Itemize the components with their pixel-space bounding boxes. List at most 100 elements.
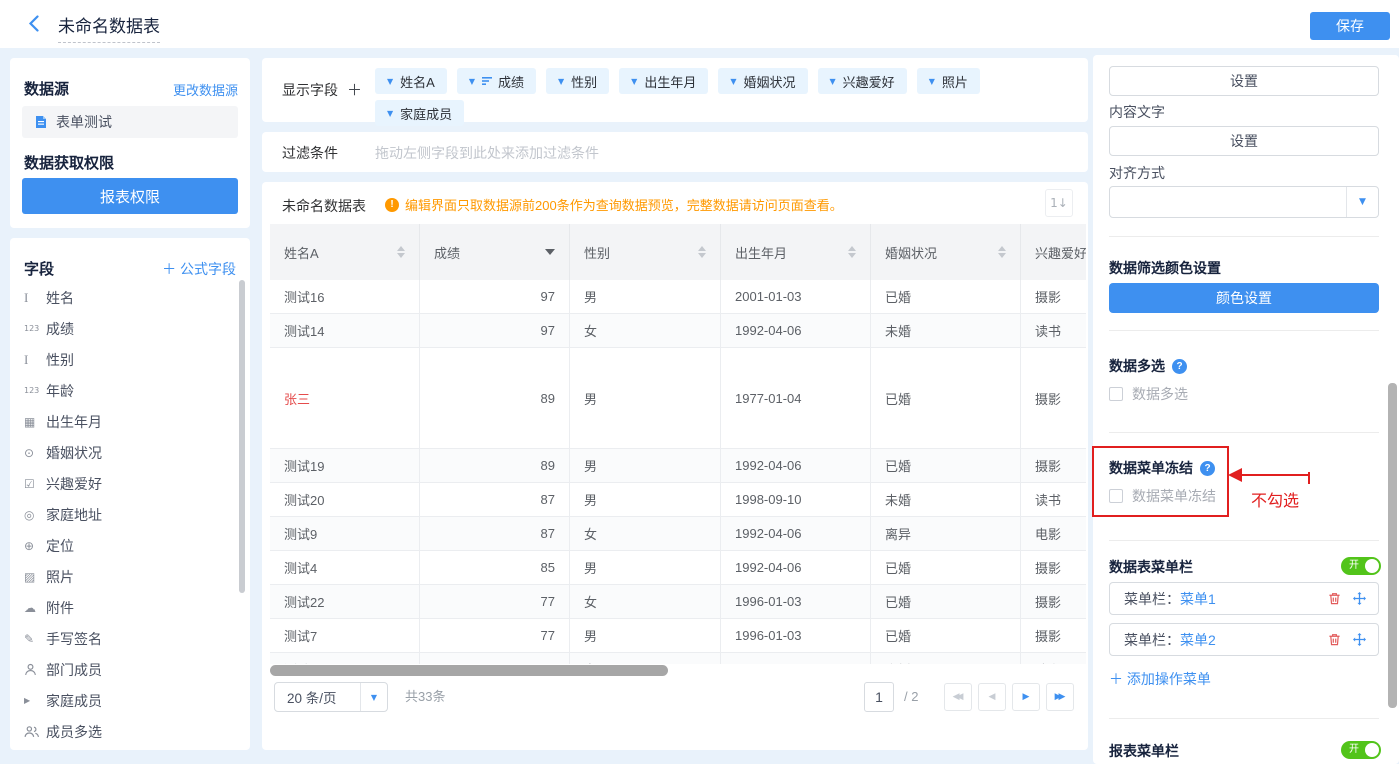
multi-select-checkbox-label: 数据多选 bbox=[1132, 384, 1188, 404]
sort-desc-icon[interactable] bbox=[545, 249, 555, 255]
add-formula-field-link[interactable]: ＋ 公式字段 bbox=[162, 259, 236, 279]
table-cell: 1992-04-06 bbox=[721, 551, 871, 584]
inspector-scrollbar[interactable] bbox=[1388, 383, 1397, 708]
field-chip[interactable]: ▼成绩 bbox=[457, 68, 536, 94]
color-setting-button[interactable]: 颜色设置 bbox=[1109, 283, 1379, 313]
divider bbox=[1109, 432, 1379, 433]
next-page-icon[interactable]: ▶ bbox=[1012, 683, 1040, 711]
people-icon bbox=[24, 725, 46, 738]
menu-item[interactable]: 菜单栏：菜单2 bbox=[1109, 623, 1379, 656]
table-row[interactable]: 测试1497女1992-04-06未婚读书 bbox=[270, 314, 1086, 348]
trash-icon[interactable] bbox=[1328, 633, 1341, 646]
table-cell: 男 bbox=[570, 483, 721, 516]
field-item[interactable]: ⊕定位 bbox=[24, 530, 230, 561]
table-row[interactable]: 测试1989男1992-04-06已婚摄影 bbox=[270, 449, 1086, 483]
column-header[interactable]: 出生年月 bbox=[721, 224, 871, 280]
field-item[interactable]: ☁附件 bbox=[24, 592, 230, 623]
sort-carets-icon[interactable] bbox=[848, 246, 856, 258]
toggle-knob bbox=[1365, 559, 1379, 573]
column-header-label: 姓名A bbox=[284, 243, 319, 262]
table-row[interactable]: 张三89男1977-01-04已婚摄影 bbox=[270, 348, 1086, 449]
multi-select-checkbox[interactable] bbox=[1109, 387, 1123, 401]
filter-dropzone[interactable]: 拖动左侧字段到此处来添加过滤条件 bbox=[375, 143, 599, 163]
column-header[interactable]: 成绩 bbox=[420, 224, 570, 280]
field-chip[interactable]: ▼姓名A bbox=[375, 68, 447, 94]
setting-button-2[interactable]: 设置 bbox=[1109, 126, 1379, 156]
sort-carets-icon[interactable] bbox=[698, 246, 706, 258]
column-header[interactable]: 婚姻状况 bbox=[871, 224, 1021, 280]
align-select[interactable]: ▼ bbox=[1109, 186, 1379, 218]
move-icon[interactable] bbox=[1353, 592, 1366, 605]
page-size-select[interactable]: 20 条/页 ▼ bbox=[274, 682, 388, 712]
location-icon: ◎ bbox=[24, 508, 46, 522]
cloud-icon: ☁ bbox=[24, 601, 46, 615]
field-item[interactable]: 部门成员 bbox=[24, 654, 230, 685]
table-row[interactable]: 测试1697男2001-01-03已婚摄影 bbox=[270, 280, 1086, 314]
field-item[interactable]: ▦出生年月 bbox=[24, 406, 230, 437]
datasource-item[interactable]: 表单测试 bbox=[22, 106, 238, 138]
table-row[interactable]: 测试777男1996-01-03已婚摄影 bbox=[270, 619, 1086, 653]
field-item[interactable]: I姓名 bbox=[24, 282, 230, 313]
field-chip[interactable]: ▼照片 bbox=[917, 68, 980, 94]
field-chip[interactable]: ▼兴趣爱好 bbox=[818, 68, 907, 94]
setting-button-1[interactable]: 设置 bbox=[1109, 66, 1379, 96]
back-icon[interactable] bbox=[28, 15, 44, 33]
menu-item-name[interactable]: 菜单2 bbox=[1180, 630, 1216, 650]
field-item[interactable]: 123年龄 bbox=[24, 375, 230, 406]
column-header[interactable]: 姓名A bbox=[270, 224, 420, 280]
multi-select-heading: 数据多选 ? bbox=[1109, 356, 1187, 376]
column-header[interactable]: 性别 bbox=[570, 224, 721, 280]
field-item[interactable]: 成员多选 bbox=[24, 716, 230, 747]
field-item[interactable]: 123成绩 bbox=[24, 313, 230, 344]
field-item[interactable]: ▶家庭成员 bbox=[24, 685, 230, 716]
table-row[interactable]: 测试485男1992-04-06已婚摄影 bbox=[270, 551, 1086, 585]
save-button[interactable]: 保存 bbox=[1310, 12, 1390, 40]
table-menu-toggle[interactable]: 开 bbox=[1341, 557, 1381, 575]
table-cell: 89 bbox=[420, 348, 570, 448]
sort-carets-icon[interactable] bbox=[998, 246, 1006, 258]
field-chip[interactable]: ▼性别 bbox=[546, 68, 609, 94]
table-row[interactable]: 测试2277女1996-01-03已婚摄影 bbox=[270, 585, 1086, 619]
divider bbox=[1109, 330, 1379, 331]
notice-text: 编辑界面只取数据源前200条作为查询数据预览，完整数据请访问页面查看。 bbox=[405, 195, 843, 214]
field-chip[interactable]: ▼婚姻状况 bbox=[718, 68, 807, 94]
first-page-icon[interactable]: ◀◀ bbox=[944, 683, 972, 711]
filter-panel: 过滤条件 拖动左侧字段到此处来添加过滤条件 bbox=[262, 132, 1088, 172]
column-header[interactable]: 兴趣爱好 bbox=[1021, 224, 1086, 280]
last-page-icon[interactable]: ▶▶ bbox=[1046, 683, 1074, 711]
field-item[interactable]: ▨照片 bbox=[24, 561, 230, 592]
field-item[interactable]: I性别 bbox=[24, 344, 230, 375]
table-row[interactable]: 测试1776女1996-01-03未婚读书 bbox=[270, 653, 1086, 664]
report-menu-toggle[interactable]: 开 bbox=[1341, 741, 1381, 759]
field-item[interactable]: ◎家庭地址 bbox=[24, 499, 230, 530]
add-display-field-icon[interactable]: ＋ bbox=[347, 82, 362, 99]
menu-item-name[interactable]: 菜单1 bbox=[1180, 589, 1216, 609]
menu-item[interactable]: 菜单栏：菜单1 bbox=[1109, 582, 1379, 615]
field-item[interactable]: ⊙婚姻状况 bbox=[24, 437, 230, 468]
field-item-label: 手写签名 bbox=[46, 629, 102, 649]
field-item[interactable]: ✎手写签名 bbox=[24, 623, 230, 654]
field-chip[interactable]: ▼出生年月 bbox=[619, 68, 708, 94]
table-row[interactable]: 测试987女1992-04-06离异电影 bbox=[270, 517, 1086, 551]
add-action-menu-link[interactable]: ＋ 添加操作菜单 bbox=[1109, 669, 1211, 689]
move-icon[interactable] bbox=[1353, 633, 1366, 646]
change-datasource-link[interactable]: 更改数据源 bbox=[173, 80, 238, 99]
trash-icon[interactable] bbox=[1328, 592, 1341, 605]
sort-carets-icon[interactable] bbox=[397, 246, 405, 258]
help-icon[interactable]: ? bbox=[1172, 359, 1187, 374]
chevron-down-icon: ▼ bbox=[830, 77, 836, 86]
prev-page-icon[interactable]: ◀ bbox=[978, 683, 1006, 711]
fields-scrollbar[interactable] bbox=[239, 280, 245, 593]
page-title[interactable]: 未命名数据表 bbox=[58, 12, 160, 43]
sort-order-icon[interactable]: 1↓ bbox=[1045, 189, 1073, 217]
field-item-label: 性别 bbox=[46, 350, 74, 370]
table-cell: 97 bbox=[420, 314, 570, 347]
horizontal-scrollbar[interactable] bbox=[270, 665, 668, 676]
field-item-label: 出生年月 bbox=[46, 412, 102, 432]
report-permission-button[interactable]: 报表权限 bbox=[22, 178, 238, 214]
table-row[interactable]: 测试2087男1998-09-10未婚读书 bbox=[270, 483, 1086, 517]
field-chip[interactable]: ▼家庭成员 bbox=[375, 100, 464, 126]
field-list: I姓名123成绩I性别123年龄▦出生年月⊙婚姻状况☑兴趣爱好◎家庭地址⊕定位▨… bbox=[24, 282, 230, 747]
field-item[interactable]: ☑兴趣爱好 bbox=[24, 468, 230, 499]
page-number-input[interactable]: 1 bbox=[864, 682, 894, 712]
